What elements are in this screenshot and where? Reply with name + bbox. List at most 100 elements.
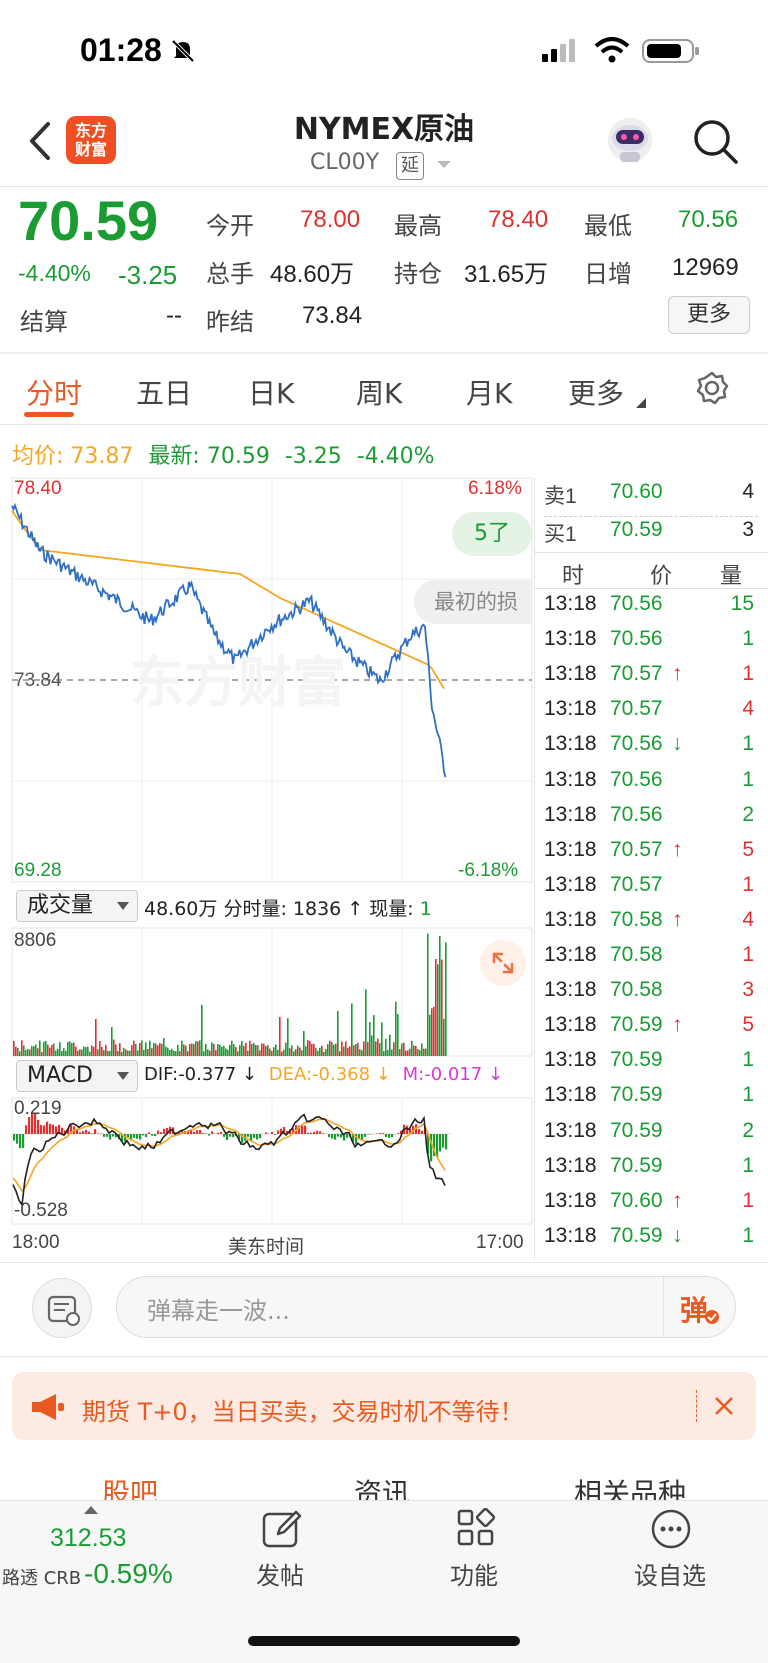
trade-row: 13:18 70.59 1 [544,1048,758,1082]
macd-indicator-select[interactable]: MACD [16,1060,138,1092]
macd-bar [103,1134,106,1137]
volume-bar [205,1044,207,1056]
volume-bar [31,1046,33,1056]
volume-bar [53,1043,55,1056]
robot-assistant-icon[interactable] [602,114,658,168]
volume-bar [241,1041,243,1056]
volume-bar [425,1048,427,1056]
prev-settle-value: 73.84 [302,302,363,329]
macd-bar [55,1126,58,1134]
volume-indicator-select[interactable]: 成交量 [16,890,138,922]
tab-five-day[interactable]: 五日 [136,372,192,412]
volume-bar [281,1051,283,1056]
volume-bar [257,1045,259,1056]
trade-time: 13:18 [544,1188,597,1212]
functions-button[interactable]: 功能 [450,1556,498,1591]
more-circle-icon[interactable] [650,1508,692,1550]
time-axis-start: 18:00 [12,1232,60,1253]
volume-bar [81,1049,83,1056]
volume-bar [161,1043,163,1056]
trade-price: 70.56 [610,627,663,651]
volume-bar [45,1041,47,1056]
volume-info: 48.60万 分时量: 1836 ↑ 现量: 1 [144,898,432,920]
trade-qty: 1 [742,943,754,966]
functions-grid-icon[interactable] [456,1508,496,1548]
macd-bar [445,1134,448,1150]
macd-chart[interactable] [0,1096,534,1226]
volume-bar [277,1049,279,1056]
trade-row: 13:18 70.60 ↑ 1 [544,1189,758,1223]
tab-weekly-k[interactable]: 周K [356,372,402,412]
trade-time: 13:18 [544,662,597,686]
volume-bar [299,1047,301,1056]
volume-bar [227,1049,229,1056]
add-watchlist-button[interactable]: 设自选 [634,1556,706,1591]
volume-bar [65,1050,67,1056]
trade-qty: 4 [742,697,754,721]
change-value: -3.25 [118,260,178,290]
volume-bar [243,1045,245,1056]
trade-qty: 2 [742,802,754,826]
volume-bar [415,1046,417,1056]
trade-time: 13:18 [544,592,597,615]
settings-icon[interactable] [694,370,730,406]
volume-bar [351,1003,353,1056]
volume-chart[interactable] [0,926,534,1058]
volume-bar [355,1044,357,1056]
open-value: 78.00 [300,206,361,233]
volume-bar [353,1045,355,1056]
tab-more[interactable]: 更多 [568,372,624,412]
trade-row: 13:18 70.59 1 [544,1083,758,1117]
compose-icon[interactable] [260,1508,304,1552]
crb-value[interactable]: 312.53 [50,1524,126,1553]
macd-bar [91,1133,94,1134]
post-button[interactable]: 发帖 [256,1556,304,1591]
macd-bar [334,1134,337,1140]
volume-bar [133,1040,135,1056]
volume-bar [101,1047,103,1056]
danmu-settings-button[interactable] [32,1278,92,1338]
search-icon[interactable] [692,118,740,166]
macd-bar [253,1134,256,1138]
volume-bar [237,1051,239,1056]
tab-daily-k[interactable]: 日K [248,372,294,412]
chart-top-price: 78.40 [14,478,62,499]
tab-monthly-k[interactable]: 月K [466,372,512,412]
volume-bar [203,1051,205,1056]
volume-bar [401,1043,403,1056]
volume-bar [305,1046,307,1056]
volume-bar [375,1041,377,1056]
danmu-input[interactable]: 弹幕走一波... 弹 [116,1276,736,1338]
promo-banner[interactable]: 期货 T+0，当日买卖，交易时机不等待！ [12,1372,756,1440]
macd-bar [46,1121,49,1134]
tab-intraday[interactable]: 分时 [26,372,82,412]
trade-price: 70.58 [610,978,663,1002]
danmu-send-button[interactable]: 弹 [663,1277,735,1337]
volume-bar [229,1044,231,1056]
trade-row: 13:18 70.57 1 [544,873,758,907]
change-pct: -4.40% [18,260,91,286]
volume-bar [29,1049,31,1056]
cellular-signal-icon [542,39,575,62]
volume-bar [49,1047,51,1056]
close-icon[interactable] [714,1396,734,1416]
volume-bar [219,1044,221,1056]
volume-bar [129,1050,131,1056]
dropdown-icon[interactable] [436,160,452,170]
volume-bar [435,959,437,1056]
volume-bar [127,1050,129,1056]
trade-row: 13:18 70.58 1 [544,943,758,977]
trade-row: 13:18 70.59 ↓ 1 [544,1224,758,1258]
trade-qty: 15 [730,592,754,615]
volume-bar [417,1049,419,1056]
expand-chart-button[interactable] [480,940,526,986]
volume-bar [109,1050,111,1056]
volume-bar [185,1045,187,1056]
macd-bar [154,1134,157,1136]
volume-bar [119,1043,121,1056]
trade-qty: 1 [742,732,754,756]
more-quote-button[interactable]: 更多 [668,296,750,334]
time-axis-zone: 美东时间 [228,1236,305,1258]
low-label: 最低 [584,212,632,240]
volume-bar [423,1048,425,1056]
